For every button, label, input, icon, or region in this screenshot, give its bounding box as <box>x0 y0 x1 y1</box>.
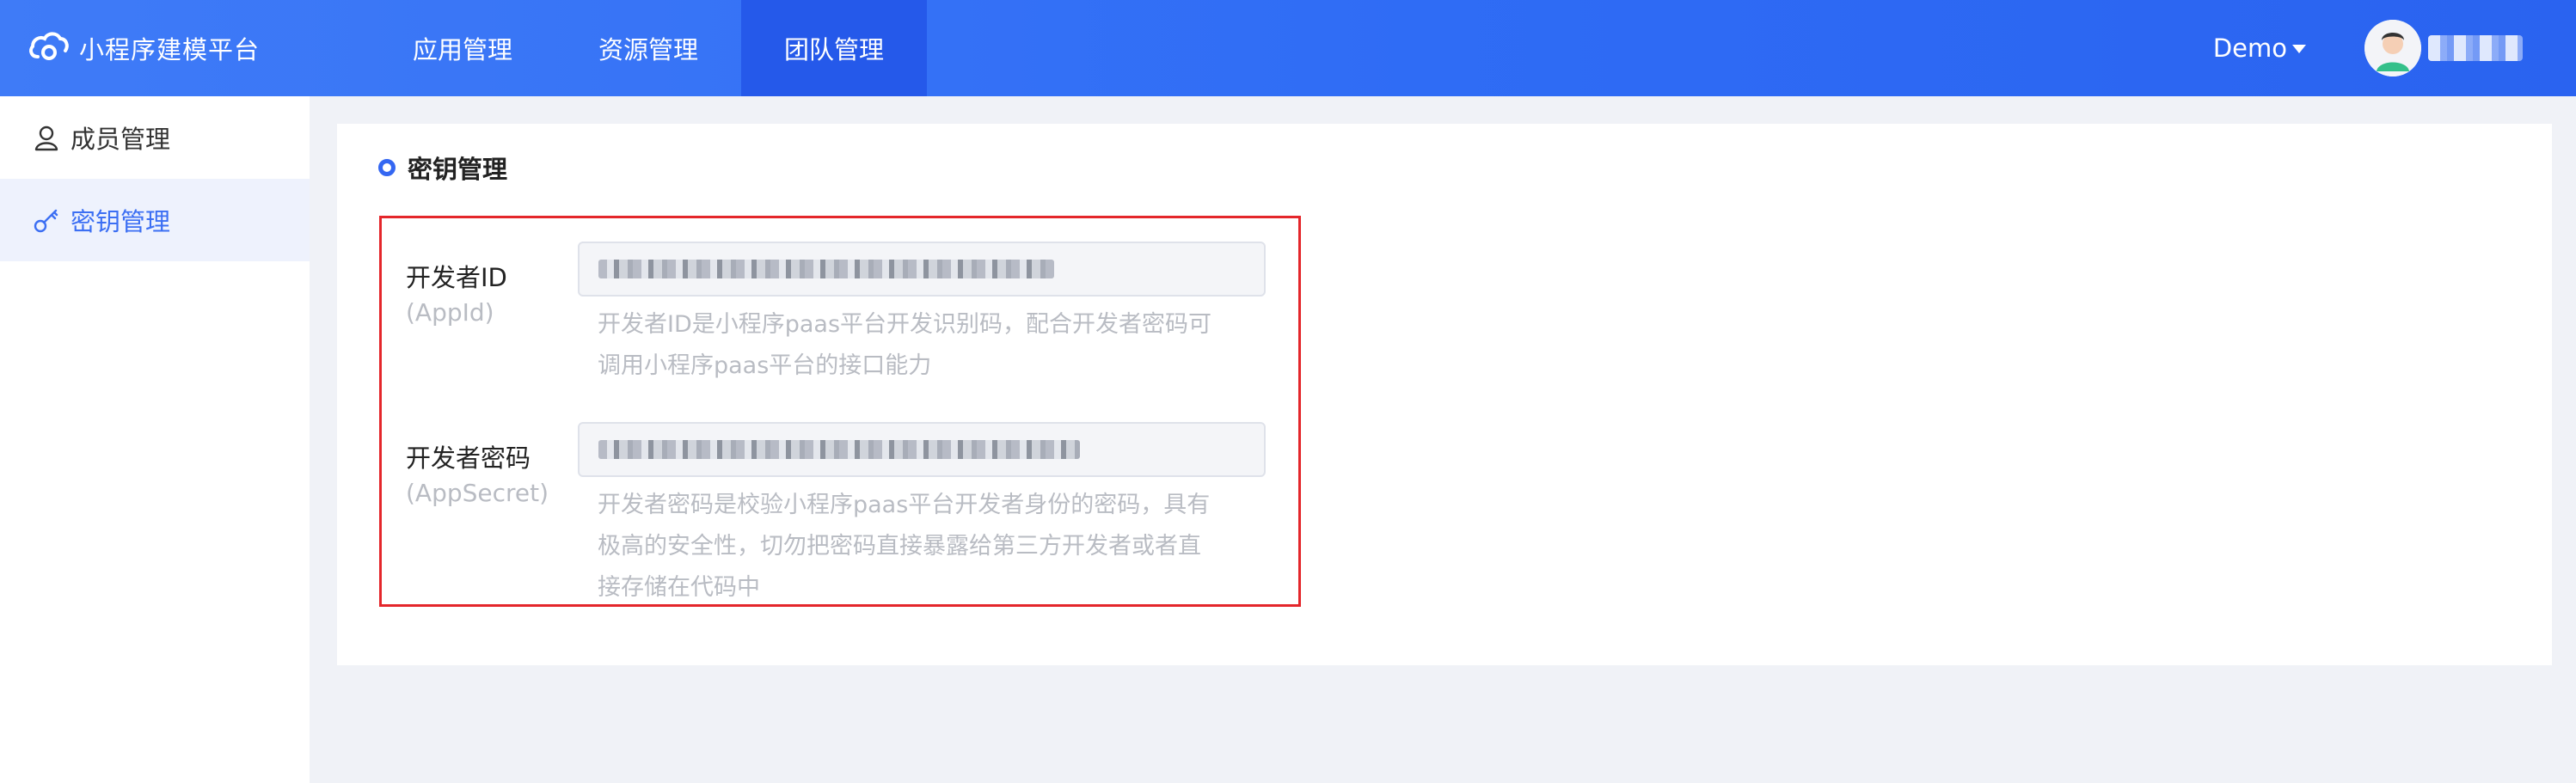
caret-down-icon <box>2292 45 2306 53</box>
appid-sublabel: (AppId) <box>406 298 494 327</box>
main-nav: 应用管理 资源管理 团队管理 <box>370 0 927 96</box>
sidebar-item-label: 密钥管理 <box>71 207 171 236</box>
appsecret-help-text: 开发者密码是校验小程序paas平台开发者身份的密码，具有 极高的安全性，切勿把密… <box>598 485 1260 609</box>
brand[interactable]: 小程序建模平台 <box>26 24 370 72</box>
appsecret-value-masked <box>598 440 1080 459</box>
key-management-card: 密钥管理 开发者ID (AppId) 开发者ID是小程序paas平台开发识别码，… <box>337 124 2552 665</box>
top-navbar: 小程序建模平台 应用管理 资源管理 团队管理 Demo <box>0 0 2576 96</box>
avatar-icon[interactable] <box>2364 20 2421 76</box>
brand-name: 小程序建模平台 <box>79 35 261 64</box>
help-line: 开发者密码是校验小程序paas平台开发者身份的密码，具有 <box>598 492 1211 518</box>
nav-item-team-management[interactable]: 团队管理 <box>741 0 927 96</box>
header-right: Demo <box>2213 0 2576 96</box>
key-icon <box>33 205 62 235</box>
help-line: 极高的安全性，切勿把密码直接暴露给第三方开发者或者直 <box>598 533 1201 560</box>
env-label: Demo <box>2212 34 2287 63</box>
appid-help-text: 开发者ID是小程序paas平台开发识别码，配合开发者密码可 调用小程序paas平… <box>598 304 1260 387</box>
cloud-logo-icon <box>26 24 71 72</box>
nav-item-app-management[interactable]: 应用管理 <box>370 0 555 96</box>
appsecret-sublabel: (AppSecret) <box>406 479 549 507</box>
appid-field[interactable] <box>578 242 1266 297</box>
help-line: 调用小程序paas平台的接口能力 <box>598 352 932 379</box>
sidebar-item-members[interactable]: 成员管理 <box>0 96 310 179</box>
sidebar: 成员管理 密钥管理 <box>0 96 310 783</box>
sidebar-item-label: 成员管理 <box>71 125 171 154</box>
section-title-text: 密钥管理 <box>408 155 508 184</box>
section-title: 密钥管理 <box>378 150 507 186</box>
sidebar-item-keys[interactable]: 密钥管理 <box>0 179 310 261</box>
appid-label: 开发者ID <box>406 263 507 292</box>
username-masked[interactable] <box>2428 35 2523 61</box>
bullet-icon <box>378 159 396 176</box>
appsecret-field[interactable] <box>578 422 1266 477</box>
nav-item-resource-management[interactable]: 资源管理 <box>555 0 741 96</box>
env-dropdown[interactable]: Demo <box>2213 34 2306 63</box>
appid-value-masked <box>598 260 1054 278</box>
help-line: 接存储在代码中 <box>598 574 760 601</box>
user-icon <box>33 123 62 152</box>
help-line: 开发者ID是小程序paas平台开发识别码，配合开发者密码可 <box>598 311 1212 338</box>
appsecret-label: 开发者密码 <box>406 443 531 473</box>
